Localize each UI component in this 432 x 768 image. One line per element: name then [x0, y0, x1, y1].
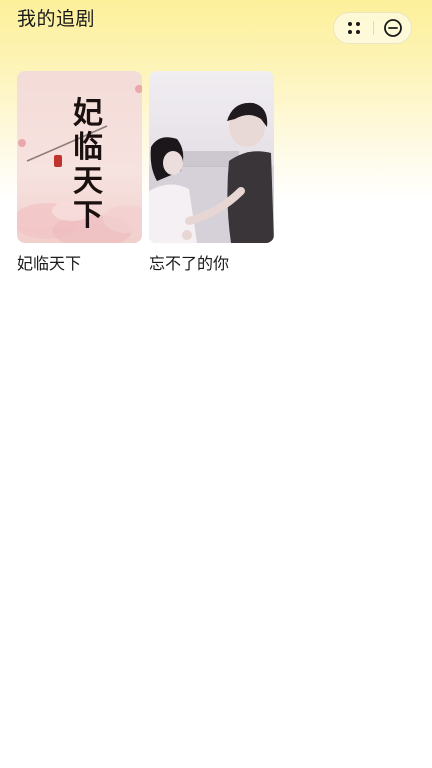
drama-card[interactable]: 妃临天下 妃临天下: [17, 71, 142, 275]
close-button[interactable]: [373, 13, 412, 43]
drama-poster[interactable]: [149, 71, 274, 243]
minus-circle-icon: [383, 19, 402, 37]
drama-title[interactable]: 妃临天下: [17, 253, 142, 275]
header: 我的追剧: [0, 0, 432, 60]
drama-poster[interactable]: 妃临天下: [17, 71, 142, 243]
drama-title[interactable]: 忘不了的你: [149, 253, 274, 275]
more-button[interactable]: [334, 13, 373, 43]
drama-grid: 妃临天下 妃临天下 忘不了的你: [17, 71, 274, 275]
mini-program-capsule: [333, 12, 412, 44]
four-dots-icon: [347, 22, 360, 34]
poster-calligraphy: 妃临天下: [73, 96, 103, 233]
drama-card[interactable]: 忘不了的你: [149, 71, 274, 275]
poster-photo: [149, 71, 274, 243]
page-title: 我的追剧: [17, 8, 96, 30]
